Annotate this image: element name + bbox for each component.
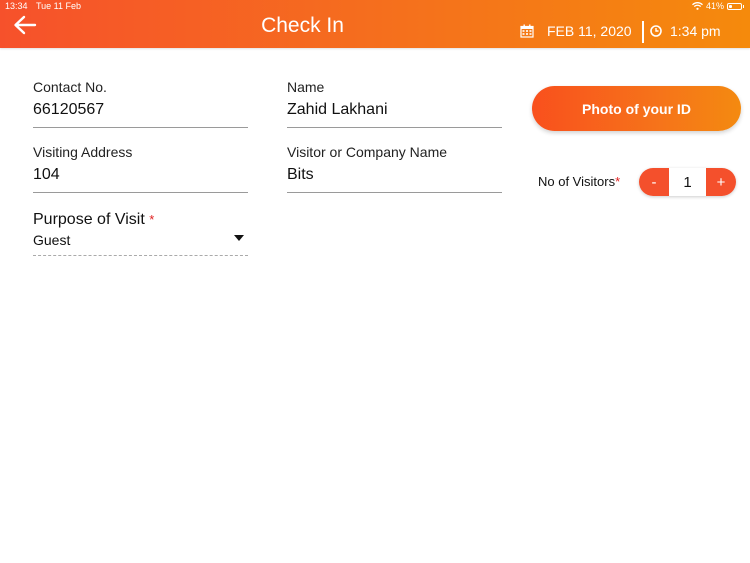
wifi-icon xyxy=(692,2,703,10)
visitor-company-label: Visitor or Company Name xyxy=(287,144,448,160)
battery-icon xyxy=(727,2,742,10)
caret-down-icon xyxy=(234,235,244,241)
visitors-count[interactable]: 1 xyxy=(669,168,706,196)
required-mark: * xyxy=(149,212,155,227)
visitors-label-wrap: No of Visitors* xyxy=(538,174,620,189)
page-title: Check In xyxy=(261,14,344,37)
purpose-of-visit-dropdown[interactable]: Purpose of Visit * Guest xyxy=(33,211,248,257)
app-header: 13:34 Tue 11 Feb 41% Check In FEB 11, 20… xyxy=(0,0,750,48)
contact-no-label: Contact No. xyxy=(33,79,107,95)
visitor-company-input[interactable]: Bits xyxy=(287,166,502,184)
purpose-label-wrap: Purpose of Visit * xyxy=(33,211,248,229)
battery-tip xyxy=(743,4,744,8)
status-date: Tue 11 Feb xyxy=(36,1,82,11)
name-input[interactable]: Zahid Lakhani xyxy=(287,101,502,119)
status-indicators: 41% xyxy=(692,1,744,11)
visiting-address-input[interactable]: 104 xyxy=(33,166,248,184)
header-time: 1:34 pm xyxy=(670,23,721,39)
visitor-company-underline xyxy=(287,192,502,193)
calendar-icon xyxy=(520,24,534,38)
name-label: Name xyxy=(287,79,325,95)
visitors-label: No of Visitors xyxy=(538,174,616,189)
visiting-address-field[interactable]: Visiting Address 104 xyxy=(33,144,248,193)
battery-percent: 41% xyxy=(705,1,724,11)
visiting-address-label: Visiting Address xyxy=(33,144,133,160)
header-date: FEB 11, 2020 xyxy=(547,23,632,39)
increment-button[interactable]: + xyxy=(706,168,736,196)
contact-no-field[interactable]: Contact No. 66120567 xyxy=(33,79,248,128)
contact-no-underline xyxy=(33,127,248,128)
purpose-underline xyxy=(33,255,248,256)
purpose-value[interactable]: Guest xyxy=(33,232,248,248)
name-field[interactable]: Name Zahid Lakhani xyxy=(287,79,502,128)
purpose-label: Purpose of Visit xyxy=(33,211,145,228)
visitors-stepper[interactable]: - 1 + xyxy=(639,168,736,196)
visiting-address-underline xyxy=(33,192,248,193)
clock-icon xyxy=(650,25,662,37)
contact-no-input[interactable]: 66120567 xyxy=(33,101,248,119)
name-underline xyxy=(287,127,502,128)
visitors-required-mark: * xyxy=(615,174,621,189)
photo-of-id-button[interactable]: Photo of your ID xyxy=(532,86,741,131)
visitor-company-field[interactable]: Visitor or Company Name Bits xyxy=(287,144,502,193)
header-divider xyxy=(642,21,644,43)
status-time: 13:34 xyxy=(5,1,28,11)
decrement-button[interactable]: - xyxy=(639,168,669,196)
